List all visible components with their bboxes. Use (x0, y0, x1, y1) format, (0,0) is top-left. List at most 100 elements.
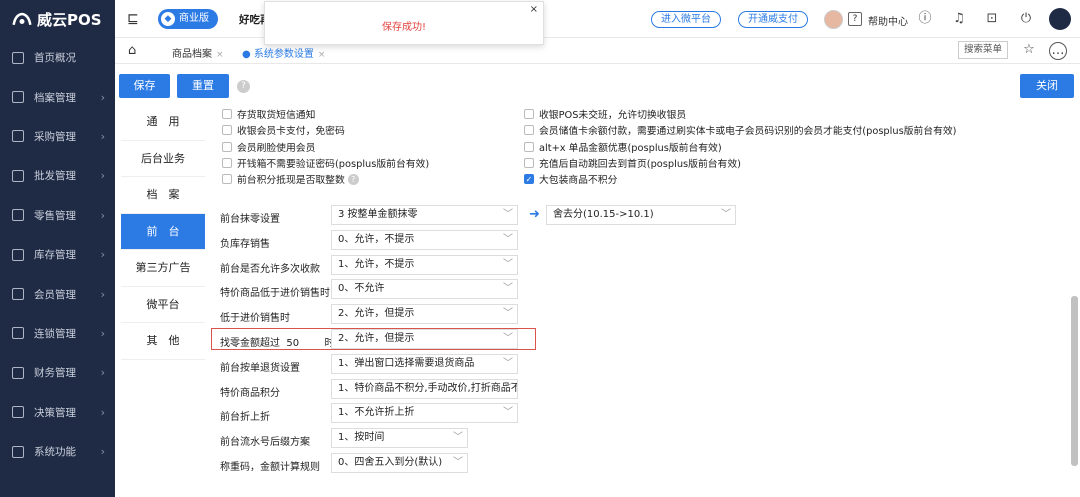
setting-select[interactable]: 1、弹出窗口选择需要退货商品 ﹀ (331, 353, 518, 374)
more-icon[interactable]: … (1049, 42, 1067, 60)
category-tab[interactable]: 通 用 (121, 104, 205, 141)
setting-label: 负库存销售 (220, 238, 270, 250)
sidebar-item-10[interactable]: 系统功能 › (0, 432, 115, 471)
category-tab[interactable]: 其 他 (121, 323, 205, 360)
setting-select[interactable]: 0、四舍五入到分(默认) ﹀ (331, 453, 468, 473)
chevron-right-icon: › (100, 169, 105, 183)
save-button[interactable]: 保存 (119, 74, 170, 98)
home-tab-icon[interactable]: ⌂ (128, 43, 136, 58)
close-button[interactable]: 关闭 (1020, 74, 1074, 98)
open-pay-button[interactable]: 开通威支付 (738, 11, 808, 28)
scrollbar[interactable] (1071, 296, 1078, 466)
list-icon (12, 248, 24, 261)
sidebar-item-7[interactable]: 连锁管理 › (0, 314, 115, 353)
reset-button[interactable]: 重置 (177, 74, 229, 98)
checkbox-box[interactable] (222, 157, 232, 168)
search-menu-button[interactable]: 搜索菜单 (958, 41, 1008, 59)
category-tab[interactable]: 后台业务 (121, 141, 205, 177)
app-logo[interactable]: 威云POS (0, 0, 115, 38)
setting-select[interactable]: 2、允许，但提示 ﹀ (331, 329, 518, 349)
bell-icon[interactable]: ♫ (951, 11, 967, 27)
setting-select[interactable]: 1、允许，不提示 ﹀ (331, 254, 518, 275)
collapse-menu-icon[interactable]: ⊑ (127, 11, 139, 27)
checkbox-box[interactable] (222, 141, 232, 152)
setting-label: 特价商品低于进价销售时 (220, 288, 330, 300)
category-tab[interactable]: 微平台 (121, 287, 205, 323)
setting-label: 特价商品积分 (220, 387, 280, 399)
option-checkbox[interactable]: 会员储值卡余额付款，需要通过刷实体卡或电子会员码识别的会员才能支付(posplu… (524, 123, 957, 137)
help-center-link[interactable]: 帮助中心 (868, 13, 908, 28)
setting-select[interactable]: 3 按整单金额抹零 ﹀ (331, 205, 518, 225)
setting-row: 负库存销售 0、允许，不提示 ﹀ (211, 229, 538, 252)
option-checkbox[interactable]: 前台积分抵现是否取整数? (222, 172, 359, 186)
setting-select[interactable]: 2、允许，但提示 ﹀ (331, 304, 518, 325)
option-checkbox[interactable]: alt+x 单品金额优惠(posplus版前台有效) (524, 140, 722, 154)
chevron-right-icon: › (100, 287, 105, 301)
category-tab[interactable]: 第三方广告 (121, 250, 205, 287)
sidebar-item-label: 库存管理 (34, 249, 76, 262)
shop-icon (12, 209, 24, 222)
sidebar-item-6[interactable]: 会员管理 › (0, 274, 115, 313)
tab-system-settings[interactable]: ● 系统参数设置 × (242, 45, 325, 60)
checkbox-label: 大包装商品不积分 (539, 175, 618, 187)
chevron-down-icon: ﹀ (503, 382, 513, 394)
enter-mini-platform-button[interactable]: 进入微平台 (651, 11, 721, 28)
checkbox-box[interactable] (524, 141, 534, 152)
close-icon[interactable]: × (318, 50, 326, 60)
avatar[interactable] (824, 10, 843, 29)
sidebar-item-3[interactable]: 批发管理 › (0, 156, 115, 195)
lock-icon[interactable]: ⊡ (984, 11, 1000, 27)
rounding-select[interactable]: 舍去分(10.15->10.1) ﹀ (546, 205, 736, 225)
setting-select[interactable]: 1、按时间 ﹀ (331, 428, 468, 449)
checkbox-box[interactable] (222, 174, 232, 185)
option-checkbox[interactable]: 收银会员卡支付，免密码 (222, 123, 345, 137)
file-icon (12, 91, 24, 104)
sidebar-item-2[interactable]: 采购管理 › (0, 117, 115, 156)
logo-icon (12, 12, 32, 26)
checkbox-box[interactable] (222, 125, 232, 136)
chevron-right-icon: › (100, 248, 105, 262)
option-checkbox[interactable]: 会员刷脸使用会员 (222, 140, 315, 154)
checkbox-box[interactable] (524, 125, 534, 136)
option-checkbox[interactable]: 收银POS未交班，允许切换收银员 (524, 107, 686, 121)
chevron-down-icon: ﹀ (503, 357, 513, 369)
info-icon[interactable]: ⓘ (917, 11, 933, 27)
setting-select[interactable]: 1、特价商品不积分,手动改价,打折商品不积分﹀ (331, 378, 518, 399)
setting-select[interactable]: 0、允许，不提示 ﹀ (331, 229, 518, 250)
sidebar-item-5[interactable]: 库存管理 › (0, 235, 115, 274)
setting-label: 前台按单退货设置 (220, 362, 300, 374)
help-icon[interactable]: ? (848, 12, 862, 26)
checkbox-box[interactable] (222, 109, 232, 119)
sidebar-item-9[interactable]: 决策管理 › (0, 393, 115, 432)
close-icon[interactable]: × (530, 4, 538, 15)
tab-product-archive[interactable]: 商品档案 × (172, 45, 224, 60)
sidebar-item-0[interactable]: 首页概况 (0, 38, 115, 77)
option-checkbox[interactable]: 充值后自动跳回去到首页(posplus版前台有效) (524, 156, 741, 170)
setting-label: 前台折上折 (220, 412, 270, 424)
power-icon[interactable]: ⏻ (1018, 11, 1034, 27)
setting-row: 前台流水号后缀方案 1、按时间 ﹀ (211, 427, 538, 450)
help-icon[interactable]: ? (347, 173, 359, 185)
threshold-input[interactable]: 50 (286, 338, 299, 349)
close-icon[interactable]: × (216, 50, 224, 60)
chevron-down-icon: ﹀ (503, 333, 513, 344)
edition-badge[interactable]: ◆ 商业版 (158, 9, 218, 29)
option-checkbox[interactable]: ✓ 大包装商品不积分 (524, 172, 617, 186)
category-tab[interactable]: 档 案 (121, 177, 205, 214)
star-icon[interactable]: ☆ (1021, 42, 1037, 58)
diamond-icon: ◆ (161, 12, 175, 26)
setting-select[interactable]: 0、不允许 ﹀ (331, 279, 518, 300)
help-icon[interactable]: ? (237, 80, 250, 93)
option-checkbox[interactable]: 存货取货短信通知 (222, 107, 315, 121)
checkbox-box[interactable] (524, 109, 534, 119)
sidebar-item-8[interactable]: 财务管理 › (0, 353, 115, 392)
sidebar-item-4[interactable]: 零售管理 › (0, 196, 115, 235)
setting-row: 称重码，金额计算规则 0、四舍五入到分(默认) ﹀ (211, 452, 538, 475)
checkbox-box[interactable] (524, 157, 534, 168)
checkbox-box[interactable]: ✓ (524, 174, 534, 185)
category-tab[interactable]: 前 台 (121, 213, 205, 250)
setting-select[interactable]: 1、不允许折上折 ﹀ (331, 403, 518, 424)
checkbox-options: 存货取货短信通知收银会员卡支付，免密码 会员刷脸使用会员开钱箱不需要验证密码(po… (222, 104, 1062, 190)
sidebar-item-1[interactable]: 档案管理 › (0, 77, 115, 116)
option-checkbox[interactable]: 开钱箱不需要验证密码(posplus版前台有效) (222, 156, 429, 170)
